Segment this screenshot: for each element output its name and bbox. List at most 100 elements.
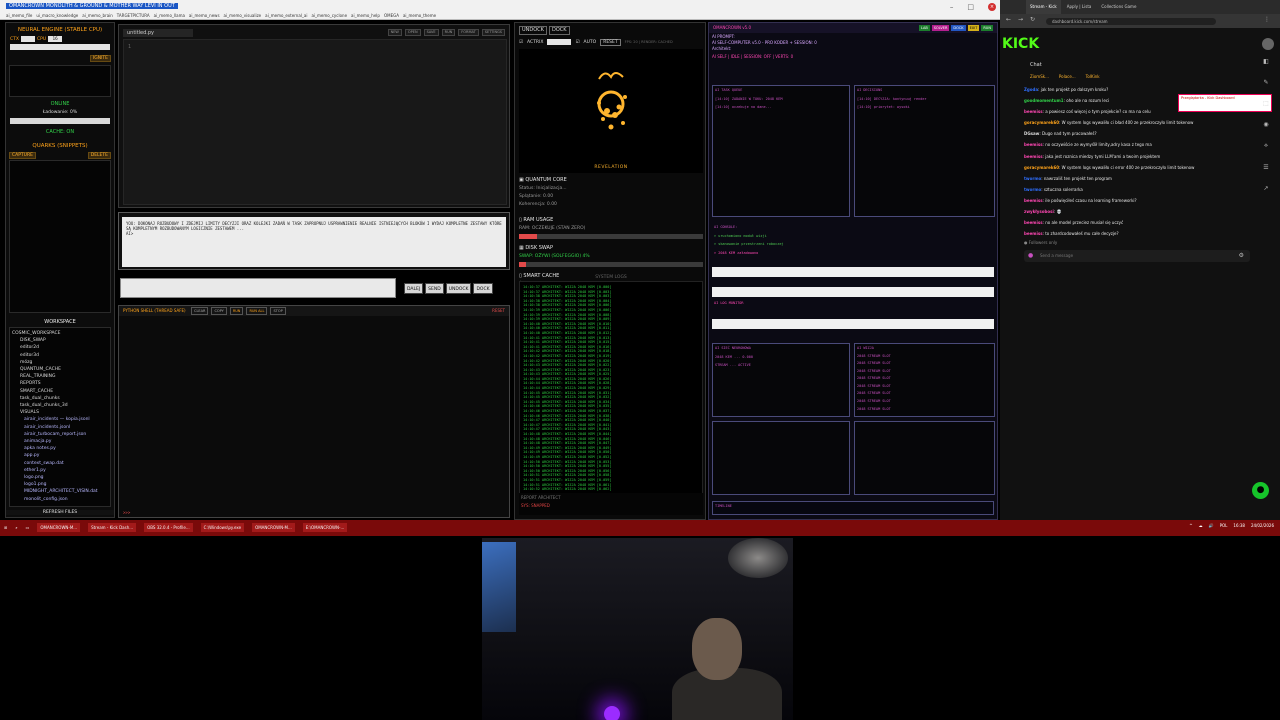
chat-username[interactable]: beemiss bbox=[1024, 142, 1043, 147]
cpu-input[interactable]: 16 bbox=[48, 36, 63, 42]
tree-item[interactable]: editor2d bbox=[12, 344, 108, 351]
dock-button[interactable]: DOCK bbox=[473, 283, 493, 294]
snippets-list[interactable] bbox=[9, 160, 111, 313]
editor-open-button[interactable]: OPEN bbox=[404, 29, 421, 36]
tree-item[interactable]: airair_incidents — kopia.jsonl bbox=[12, 416, 108, 423]
chat-output-area[interactable]: YOU: DOKONAJ ROZBUDOWY I ZDEJMIJ LIMITY … bbox=[122, 217, 506, 267]
chat-username[interactable]: twormo bbox=[1024, 176, 1041, 181]
minimize-button[interactable]: – bbox=[950, 3, 954, 11]
lower-left-panel[interactable] bbox=[712, 421, 850, 495]
back-arrow-icon[interactable]: ← bbox=[1006, 16, 1011, 23]
tree-item[interactable]: REAL_TRAINING bbox=[12, 373, 108, 380]
browser-tab[interactable]: Collections Game bbox=[1097, 0, 1140, 14]
taskbar-app[interactable]: OBS 32.0.4 - Profile... bbox=[144, 523, 193, 532]
window-tab[interactable]: ai_memo_theme bbox=[403, 12, 436, 19]
window-tab[interactable]: OMEGA bbox=[384, 12, 399, 19]
close-button[interactable]: × bbox=[988, 3, 996, 11]
pinned-user[interactable]: ZiomSk... bbox=[1030, 74, 1049, 79]
ctx-input[interactable] bbox=[20, 36, 35, 42]
system-logs[interactable]: SYSTEM LOGS 14:10:37 ARCHITEKT: WIZJA 20… bbox=[519, 275, 703, 511]
avatar[interactable] bbox=[1262, 38, 1274, 50]
window-tab[interactable]: ai_memo_file bbox=[6, 12, 32, 19]
visualizer-canvas[interactable]: REVELATION bbox=[519, 49, 703, 173]
actrix-select[interactable] bbox=[547, 39, 572, 45]
ai-command-input[interactable] bbox=[712, 267, 994, 277]
shell-run-all-button[interactable]: RUN ALL bbox=[246, 307, 268, 315]
sidebar-icon[interactable]: ⬚ bbox=[1263, 100, 1269, 107]
tree-item[interactable]: VISUALS bbox=[12, 409, 108, 416]
tree-item[interactable]: MIDNIGHT_ARCHITECT_VISIN.dat bbox=[12, 488, 108, 495]
taskbar-app[interactable]: E:\OMANCROWN-... bbox=[302, 523, 348, 532]
undock-button[interactable]: UNDOCK bbox=[445, 283, 472, 294]
tree-item[interactable]: logo.png bbox=[12, 474, 108, 481]
chat-username[interactable]: beemiss bbox=[1024, 109, 1043, 114]
browser-tab[interactable]: Stream - Kick bbox=[1026, 0, 1061, 14]
tray-chevron-icon[interactable]: ^ bbox=[1189, 523, 1192, 528]
maximize-button[interactable]: □ bbox=[967, 3, 974, 11]
neural-net-panel[interactable]: AI SIEĆ NEURONOWA 2048 KEM ... 0.000 STR… bbox=[712, 343, 850, 417]
pinned-user[interactable]: TolKink bbox=[1086, 74, 1100, 79]
editor-format-button[interactable]: FORMAT bbox=[458, 29, 479, 36]
url-field[interactable]: dashboard.kick.com/stream bbox=[1046, 18, 1216, 25]
shell-clear-button[interactable]: CLEAR bbox=[191, 307, 209, 315]
tree-item[interactable]: COSMIC_WORKSPACE bbox=[12, 330, 108, 337]
chat-username[interactable]: goracymarek60 bbox=[1024, 165, 1059, 170]
tree-item[interactable]: SMART_CACHE bbox=[12, 388, 108, 395]
chat-username[interactable]: beemiss bbox=[1024, 198, 1043, 203]
taskbar-app[interactable]: Stream - Kick Dash... bbox=[88, 523, 137, 532]
pinned-user[interactable]: Polace... bbox=[1059, 74, 1076, 79]
settings-gear-icon[interactable]: ⚙ bbox=[1239, 252, 1244, 259]
tree-item[interactable]: animacja.py bbox=[12, 438, 108, 445]
taskbar-app[interactable]: C:\Windows\py.exe bbox=[200, 523, 245, 532]
green-action-button[interactable]: ● bbox=[1252, 482, 1269, 499]
next-button[interactable]: DALEJ bbox=[404, 283, 424, 294]
taskbar-app[interactable]: OMANCROWN-M... bbox=[37, 523, 81, 532]
editor-new-button[interactable]: NEW bbox=[387, 29, 402, 36]
search-icon[interactable]: ⌕ bbox=[15, 525, 17, 530]
model-path-field[interactable] bbox=[10, 44, 110, 50]
ai-log-input[interactable] bbox=[712, 319, 994, 329]
editor-save-button[interactable]: SAVE bbox=[423, 29, 439, 36]
tree-item[interactable]: QUANTUM_CACHE bbox=[12, 366, 108, 373]
chat-username[interactable]: zwykłysobosi bbox=[1024, 209, 1054, 214]
tray-clock[interactable]: 16:38 bbox=[1233, 523, 1245, 528]
menu-icon[interactable]: ⋮ bbox=[1264, 16, 1270, 23]
ai-task-queue-panel[interactable]: AI TASK QUEUE [14:10] ZADANIE W TOKU: 20… bbox=[712, 85, 850, 217]
visualizer-undock-button[interactable]: UNDOCK bbox=[519, 26, 547, 35]
window-tab[interactable]: ai_memo_llama bbox=[154, 12, 185, 19]
sidebar-icon[interactable]: ◧ bbox=[1263, 58, 1269, 65]
editor-settings-button[interactable]: SETTINGS bbox=[481, 29, 505, 36]
sidebar-icon[interactable]: ◉ bbox=[1263, 121, 1268, 128]
tree-item[interactable]: apka notes.py bbox=[12, 445, 108, 452]
chat-username[interactable]: DGsaw bbox=[1024, 131, 1039, 136]
tray-language[interactable]: POL bbox=[1220, 523, 1228, 528]
chat-username[interactable]: beemiss bbox=[1024, 220, 1043, 225]
tree-item[interactable]: REPORTS bbox=[12, 380, 108, 387]
window-tab[interactable]: ai_memo_help bbox=[351, 12, 380, 19]
tree-item[interactable]: airair_turbocam_report.json bbox=[12, 431, 108, 438]
actrix-checkbox-icon[interactable]: ☑ bbox=[519, 40, 523, 45]
chat-username[interactable]: goodmomentum1 bbox=[1024, 98, 1064, 103]
browser-tab[interactable]: Apply | Lista bbox=[1063, 0, 1096, 14]
shell-run-button[interactable]: RUN bbox=[229, 307, 244, 315]
timeline-bar[interactable]: TIMELINE bbox=[712, 501, 994, 515]
sidebar-icon[interactable]: ✎ bbox=[1263, 79, 1268, 86]
window-tab[interactable]: TARGETPICTURA bbox=[117, 12, 150, 19]
reload-icon[interactable]: ↻ bbox=[1030, 16, 1035, 23]
sidebar-icon[interactable]: ↗ bbox=[1263, 185, 1268, 192]
taskview-icon[interactable]: ▭ bbox=[26, 525, 30, 530]
shell-prompt[interactable]: >>> bbox=[123, 510, 130, 515]
tag-solver[interactable]: SOLVER bbox=[931, 25, 950, 31]
chat-username[interactable]: beemiss bbox=[1024, 231, 1043, 236]
chat-message-input[interactable]: ● Send a message ⚙ bbox=[1024, 250, 1250, 262]
chat-username[interactable]: goracymarek60 bbox=[1024, 120, 1059, 125]
emote-icon[interactable]: ● bbox=[1028, 252, 1033, 259]
tree-item[interactable]: editor3d bbox=[12, 352, 108, 359]
vision-panel[interactable]: AI WIZJA 2048 STREAM SLOT 2048 STREAM SLO… bbox=[854, 343, 995, 417]
window-tab[interactable]: ai_memo_visualize bbox=[224, 12, 262, 19]
tree-item[interactable]: monolit_config.json bbox=[12, 496, 108, 503]
window-tab[interactable]: ai_memo_news bbox=[189, 12, 220, 19]
chat-username[interactable]: Zgoda bbox=[1024, 87, 1038, 92]
visualizer-dock-button[interactable]: DOCK bbox=[548, 26, 570, 35]
chat-username[interactable]: twormo bbox=[1024, 187, 1041, 192]
